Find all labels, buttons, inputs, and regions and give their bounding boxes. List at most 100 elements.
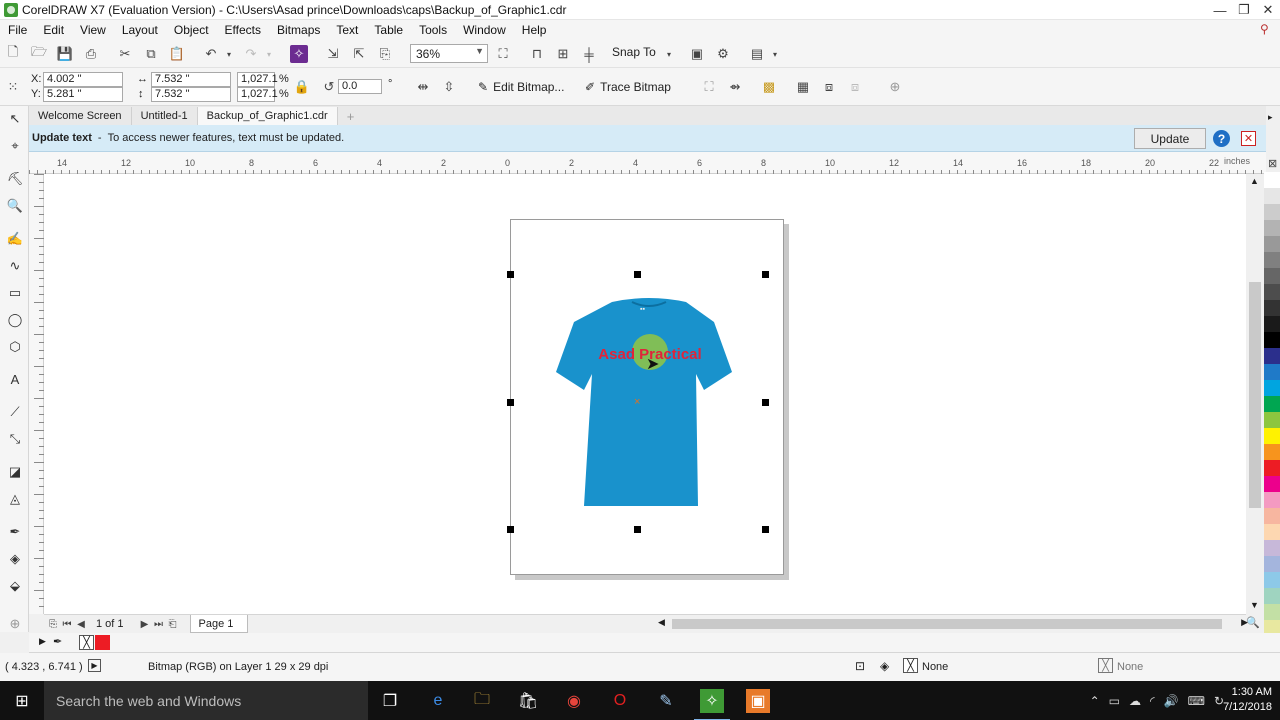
redo-icon[interactable]: ↷: [242, 45, 260, 63]
menu-layout[interactable]: Layout: [114, 23, 166, 37]
selection-handle-br[interactable]: [762, 526, 769, 533]
close-button[interactable]: ✕: [1256, 0, 1280, 20]
fill-bucket-icon[interactable]: ◈: [880, 659, 889, 673]
parallel-dimension-tool-icon[interactable]: ⟋: [6, 403, 24, 421]
cut-icon[interactable]: ✂: [116, 45, 134, 63]
application-launcher-icon[interactable]: ▤: [748, 45, 766, 63]
horizontal-scroll-thumb[interactable]: [672, 619, 1222, 629]
menu-bitmaps[interactable]: Bitmaps: [269, 23, 328, 37]
outline-none-swatch[interactable]: ╳: [1098, 658, 1113, 673]
menu-text[interactable]: Text: [328, 23, 366, 37]
artistic-media-tool-icon[interactable]: ∿: [6, 257, 24, 275]
copy-icon[interactable]: ⧉: [142, 45, 160, 63]
minimize-button[interactable]: —: [1208, 0, 1232, 20]
welcome-screen-icon[interactable]: ▣: [688, 45, 706, 63]
to-front-icon[interactable]: ⧈: [820, 78, 838, 96]
page-options-icon[interactable]: ⎘: [46, 619, 60, 630]
palette-swatch[interactable]: [1264, 412, 1280, 428]
document-palette-arrow-icon[interactable]: ▶: [39, 636, 46, 647]
tray-network-icon[interactable]: ☁: [1129, 694, 1141, 708]
text-tool-icon[interactable]: A: [6, 370, 24, 388]
save-icon[interactable]: 💾: [56, 45, 74, 63]
palette-swatch[interactable]: [1264, 556, 1280, 572]
restore-button[interactable]: ❐: [1232, 0, 1256, 20]
menu-table[interactable]: Table: [366, 23, 411, 37]
full-screen-preview-icon[interactable]: ⛶: [494, 45, 512, 63]
trace-bitmap-button[interactable]: ✐ Trace Bitmap: [585, 80, 671, 94]
selection-handle-tr[interactable]: [762, 271, 769, 278]
width-field[interactable]: 7.532 ": [151, 72, 231, 87]
tray-wifi-icon[interactable]: ◜: [1150, 694, 1155, 708]
new-document-icon[interactable]: 🗋: [4, 44, 22, 63]
help-icon[interactable]: ?: [1213, 130, 1230, 147]
vertical-scrollbar[interactable]: ▲ ▼: [1246, 174, 1264, 614]
bitmap-color-mask-icon[interactable]: ▩: [760, 78, 778, 96]
palette-swatch[interactable]: [1264, 220, 1280, 236]
crop-tool-icon[interactable]: ⛏: [6, 170, 24, 188]
smart-fill-tool-icon[interactable]: ⬙: [6, 577, 24, 595]
palette-swatch[interactable]: [1264, 316, 1280, 332]
palette-swatch[interactable]: [1264, 348, 1280, 364]
palette-swatch[interactable]: [1264, 588, 1280, 604]
interactive-fill-tool-icon[interactable]: ◈: [6, 550, 24, 568]
menu-window[interactable]: Window: [455, 23, 514, 37]
launcher-dropdown-icon[interactable]: ▾: [766, 45, 784, 63]
zoom-level-select[interactable]: 36% ▼: [410, 44, 488, 63]
opera-icon[interactable]: O: [608, 689, 632, 713]
drawing-canvas[interactable]: Asad Practical ▪▪ × ➤: [44, 174, 1246, 614]
chrome-icon[interactable]: ◉: [562, 689, 586, 713]
tab-welcome-screen[interactable]: Welcome Screen: [29, 107, 132, 125]
freehand-tool-icon[interactable]: ✍: [6, 230, 24, 248]
fill-none-swatch[interactable]: ╳: [903, 658, 918, 673]
resample-icon[interactable]: ⇴: [726, 78, 744, 96]
snap-to-button[interactable]: Snap To: [612, 45, 656, 59]
open-folder-icon[interactable]: 🗁: [30, 44, 48, 63]
palette-swatch[interactable]: [1264, 508, 1280, 524]
palette-swatch[interactable]: [1264, 252, 1280, 268]
tray-volume-icon[interactable]: 🔊: [1164, 694, 1179, 708]
vertical-ruler[interactable]: [29, 174, 44, 614]
selection-handle-mr[interactable]: [762, 399, 769, 406]
status-play-icon[interactable]: ▶: [88, 659, 101, 672]
tab-untitled-1[interactable]: Untitled-1: [131, 107, 198, 125]
palette-swatch[interactable]: [1264, 572, 1280, 588]
zoom-tool-icon[interactable]: 🔍: [6, 197, 24, 215]
palette-swatch[interactable]: [1264, 428, 1280, 444]
page-tab-page-1[interactable]: Page 1: [189, 615, 249, 633]
taskbar-clock[interactable]: 1:30 AM 7/12/2018: [1223, 685, 1272, 715]
recorder-taskbar-icon[interactable]: ▣: [746, 689, 770, 713]
mirror-horizontal-icon[interactable]: ⇹: [414, 78, 432, 96]
palette-swatch[interactable]: [1264, 188, 1280, 204]
rectangle-tool-icon[interactable]: ▭: [6, 284, 24, 302]
menu-help[interactable]: Help: [514, 23, 555, 37]
publish-pdf-icon[interactable]: ⎘: [376, 45, 394, 63]
redo-dropdown-icon[interactable]: ▾: [260, 45, 278, 63]
paste-icon[interactable]: 📋: [168, 45, 186, 63]
scale-width-field[interactable]: 1,027.1: [237, 72, 278, 87]
menu-tools[interactable]: Tools: [411, 23, 455, 37]
tab-backup-of-graphic1[interactable]: Backup_of_Graphic1.cdr: [197, 107, 338, 125]
show-rulers-icon[interactable]: ⊓: [528, 45, 546, 63]
ruler-close-icon[interactable]: ⊠: [1268, 157, 1277, 170]
polygon-tool-icon[interactable]: ⬡: [6, 338, 24, 356]
quick-customize-icon[interactable]: ⊕: [886, 78, 904, 96]
drop-shadow-tool-icon[interactable]: ◪: [6, 463, 24, 481]
palette-swatch[interactable]: [1264, 332, 1280, 348]
last-page-icon[interactable]: ⏭: [152, 619, 166, 630]
dock-arrow-icon[interactable]: ▸: [1268, 112, 1273, 123]
wrap-text-icon[interactable]: ▦: [794, 78, 812, 96]
undo-dropdown-icon[interactable]: ▾: [220, 45, 238, 63]
menu-view[interactable]: View: [72, 23, 114, 37]
undo-icon[interactable]: ↶: [202, 45, 220, 63]
tray-keyboard-icon[interactable]: ⌨: [1188, 694, 1205, 708]
palette-swatch[interactable]: [1264, 284, 1280, 300]
show-guidelines-icon[interactable]: ╪: [580, 45, 598, 63]
import-icon[interactable]: ⇲: [324, 45, 342, 63]
palette-swatch[interactable]: [1264, 236, 1280, 252]
x-position-field[interactable]: 4.002 ": [43, 72, 123, 87]
y-position-field[interactable]: 5.281 ": [43, 87, 123, 102]
menu-file[interactable]: File: [0, 23, 35, 37]
show-grid-icon[interactable]: ⊞: [554, 45, 572, 63]
pen-app-icon[interactable]: ✎: [654, 689, 678, 713]
task-view-icon[interactable]: ❐: [378, 689, 402, 713]
